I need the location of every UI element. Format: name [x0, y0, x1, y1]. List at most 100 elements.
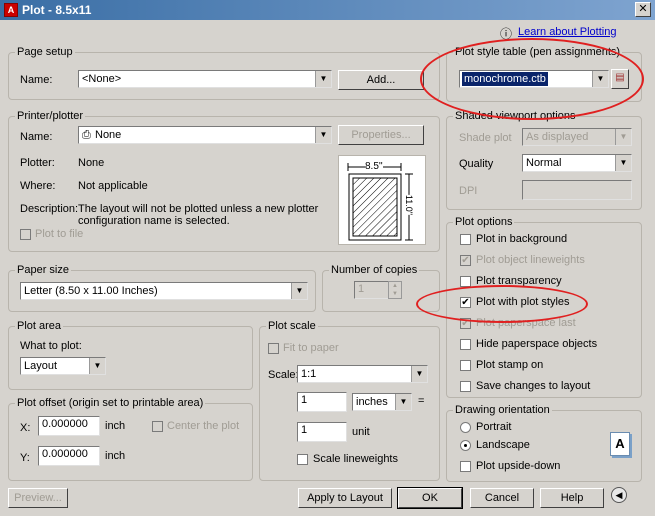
- copies-group-label: Number of copies: [329, 264, 420, 276]
- plot-scale-group-label: Plot scale: [266, 320, 318, 332]
- plot-option-label: Plot stamp on: [476, 359, 544, 371]
- chevron-down-icon: ▼: [615, 155, 631, 171]
- chevron-down-icon: ▼: [315, 127, 331, 143]
- scale-numerator-input[interactable]: 1: [297, 392, 347, 412]
- close-button[interactable]: ✕: [635, 2, 651, 17]
- fit-to-paper-label: Fit to paper: [283, 342, 339, 354]
- plot-offset-group-label: Plot offset (origin set to printable are…: [15, 397, 206, 409]
- offset-y-input[interactable]: 0.000000: [38, 446, 100, 466]
- help-button[interactable]: Help: [540, 488, 604, 508]
- what-to-plot-label: What to plot:: [20, 340, 82, 352]
- plot-option-label: Hide paperspace objects: [476, 338, 598, 350]
- plot-to-file-label: Plot to file: [35, 228, 84, 240]
- window-title: Plot - 8.5x11: [22, 3, 92, 17]
- plot-options-group-label: Plot options: [453, 216, 515, 228]
- shade-plot-value: As displayed: [526, 131, 589, 143]
- plot-option-checkbox[interactable]: [460, 360, 471, 371]
- properties-button[interactable]: Properties...: [338, 125, 424, 145]
- chevron-down-icon: ▼: [291, 283, 307, 299]
- plot-option-checkbox[interactable]: ✔: [460, 255, 471, 266]
- portrait-label: Portrait: [476, 421, 512, 433]
- landscape-radio[interactable]: [460, 440, 471, 451]
- plot-to-file-checkbox[interactable]: [20, 229, 31, 240]
- page-setup-name-value: <None>: [82, 73, 122, 85]
- quality-label: Quality: [459, 158, 494, 170]
- portrait-radio[interactable]: [460, 422, 471, 433]
- preview-button[interactable]: Preview...: [8, 488, 68, 508]
- paper-size-select[interactable]: Letter (8.50 x 11.00 Inches) ▼: [20, 282, 308, 300]
- offset-x-input[interactable]: 0.000000: [38, 416, 100, 436]
- description-line2: configuration name is selected.: [78, 215, 230, 227]
- scale-value: 1:1: [301, 368, 317, 380]
- page-setup-group-label: Page setup: [15, 46, 75, 58]
- plotter-label: Plotter:: [20, 157, 55, 169]
- scale-label: Scale:: [268, 369, 299, 381]
- shade-plot-select[interactable]: As displayed ▼: [522, 128, 632, 146]
- landscape-label: Landscape: [476, 439, 530, 451]
- scale-equals: =: [418, 395, 425, 407]
- ok-button[interactable]: OK: [397, 487, 463, 509]
- plot-upside-down-label: Plot upside-down: [476, 460, 561, 472]
- scale-lineweights-label: Scale lineweights: [313, 453, 398, 465]
- chevron-down-icon: ▼: [411, 366, 427, 382]
- plot-area-group-label: Plot area: [15, 320, 64, 332]
- center-plot-checkbox[interactable]: [152, 421, 163, 432]
- page-setup-name-label: Name:: [20, 74, 53, 86]
- printer-name-value: None: [95, 129, 122, 141]
- offset-y-label: Y:: [20, 452, 30, 464]
- scale-select[interactable]: 1:1 ▼: [297, 365, 428, 383]
- app-icon: A: [4, 3, 18, 17]
- printer-name-label: Name:: [20, 131, 53, 143]
- plot-option-checkbox[interactable]: [460, 339, 471, 350]
- quality-select[interactable]: Normal ▼: [522, 154, 632, 172]
- offset-x-label: X:: [20, 422, 31, 434]
- where-label: Where:: [20, 180, 56, 192]
- dpi-label: DPI: [459, 185, 478, 197]
- orientation-preview-icon: A: [610, 432, 630, 456]
- plot-offset-group: Plot offset (origin set to printable are…: [8, 397, 253, 481]
- plot-option-checkbox[interactable]: [460, 234, 471, 245]
- annotation-ellipse-plot-style-table: [420, 38, 644, 120]
- chevron-down-icon: ▼: [89, 358, 105, 374]
- chevron-down-icon: ▼: [395, 394, 411, 410]
- scale-unit-value: inches: [356, 396, 388, 408]
- learn-about-plotting-link[interactable]: Learn about Plotting: [518, 26, 616, 38]
- scale-lineweights-checkbox[interactable]: [297, 454, 308, 465]
- fit-to-paper-checkbox[interactable]: [268, 343, 279, 354]
- page-setup-name-select[interactable]: <None> ▼: [78, 70, 332, 88]
- add-button[interactable]: Add...: [338, 70, 424, 90]
- scale-unit-select[interactable]: inches ▼: [352, 393, 412, 411]
- preview-height-label: 11.0'': [404, 194, 415, 216]
- printer-icon: ⎙: [82, 129, 91, 141]
- what-to-plot-value: Layout: [24, 360, 58, 372]
- paper-size-group-label: Paper size: [15, 264, 71, 276]
- cancel-button[interactable]: Cancel: [470, 488, 534, 508]
- chevron-down-icon: ▼: [315, 71, 331, 87]
- plot-option-label: Plot in background: [476, 233, 568, 245]
- plot-option-checkbox[interactable]: [460, 381, 471, 392]
- drawing-orientation-group-label: Drawing orientation: [453, 404, 552, 416]
- shade-plot-label: Shade plot: [459, 132, 512, 144]
- printer-plotter-group-label: Printer/plotter: [15, 110, 86, 122]
- plot-upside-down-checkbox[interactable]: [460, 461, 471, 472]
- chevron-down-icon: ▼: [615, 129, 631, 145]
- plot-option-label: Plot object lineweights: [476, 254, 585, 266]
- expand-collapse-icon[interactable]: ◀: [611, 487, 627, 503]
- annotation-ellipse-plot-with-styles: [416, 285, 588, 323]
- copies-spinner[interactable]: ▲ ▼: [388, 281, 402, 299]
- dpi-input[interactable]: [522, 180, 632, 200]
- paper-preview: 8.5'' 11.0'': [338, 155, 426, 245]
- plot-option-label: Save changes to layout: [476, 380, 591, 392]
- offset-y-unit: inch: [105, 450, 126, 462]
- paper-size-value: Letter (8.50 x 11.00 Inches): [24, 285, 158, 297]
- what-to-plot-select[interactable]: Layout ▼: [20, 357, 106, 375]
- apply-to-layout-button[interactable]: Apply to Layout: [298, 488, 392, 508]
- title-bar: A Plot - 8.5x11 ✕: [0, 0, 655, 20]
- scale-unit-label: unit: [352, 426, 370, 438]
- scale-denominator-input[interactable]: 1: [297, 422, 347, 442]
- printer-name-select[interactable]: ⎙ None ▼: [78, 126, 332, 144]
- description-line1: The layout will not be plotted unless a …: [78, 203, 319, 215]
- quality-value: Normal: [526, 157, 562, 169]
- preview-width-label: 8.5'': [365, 161, 383, 172]
- where-value: Not applicable: [78, 180, 148, 192]
